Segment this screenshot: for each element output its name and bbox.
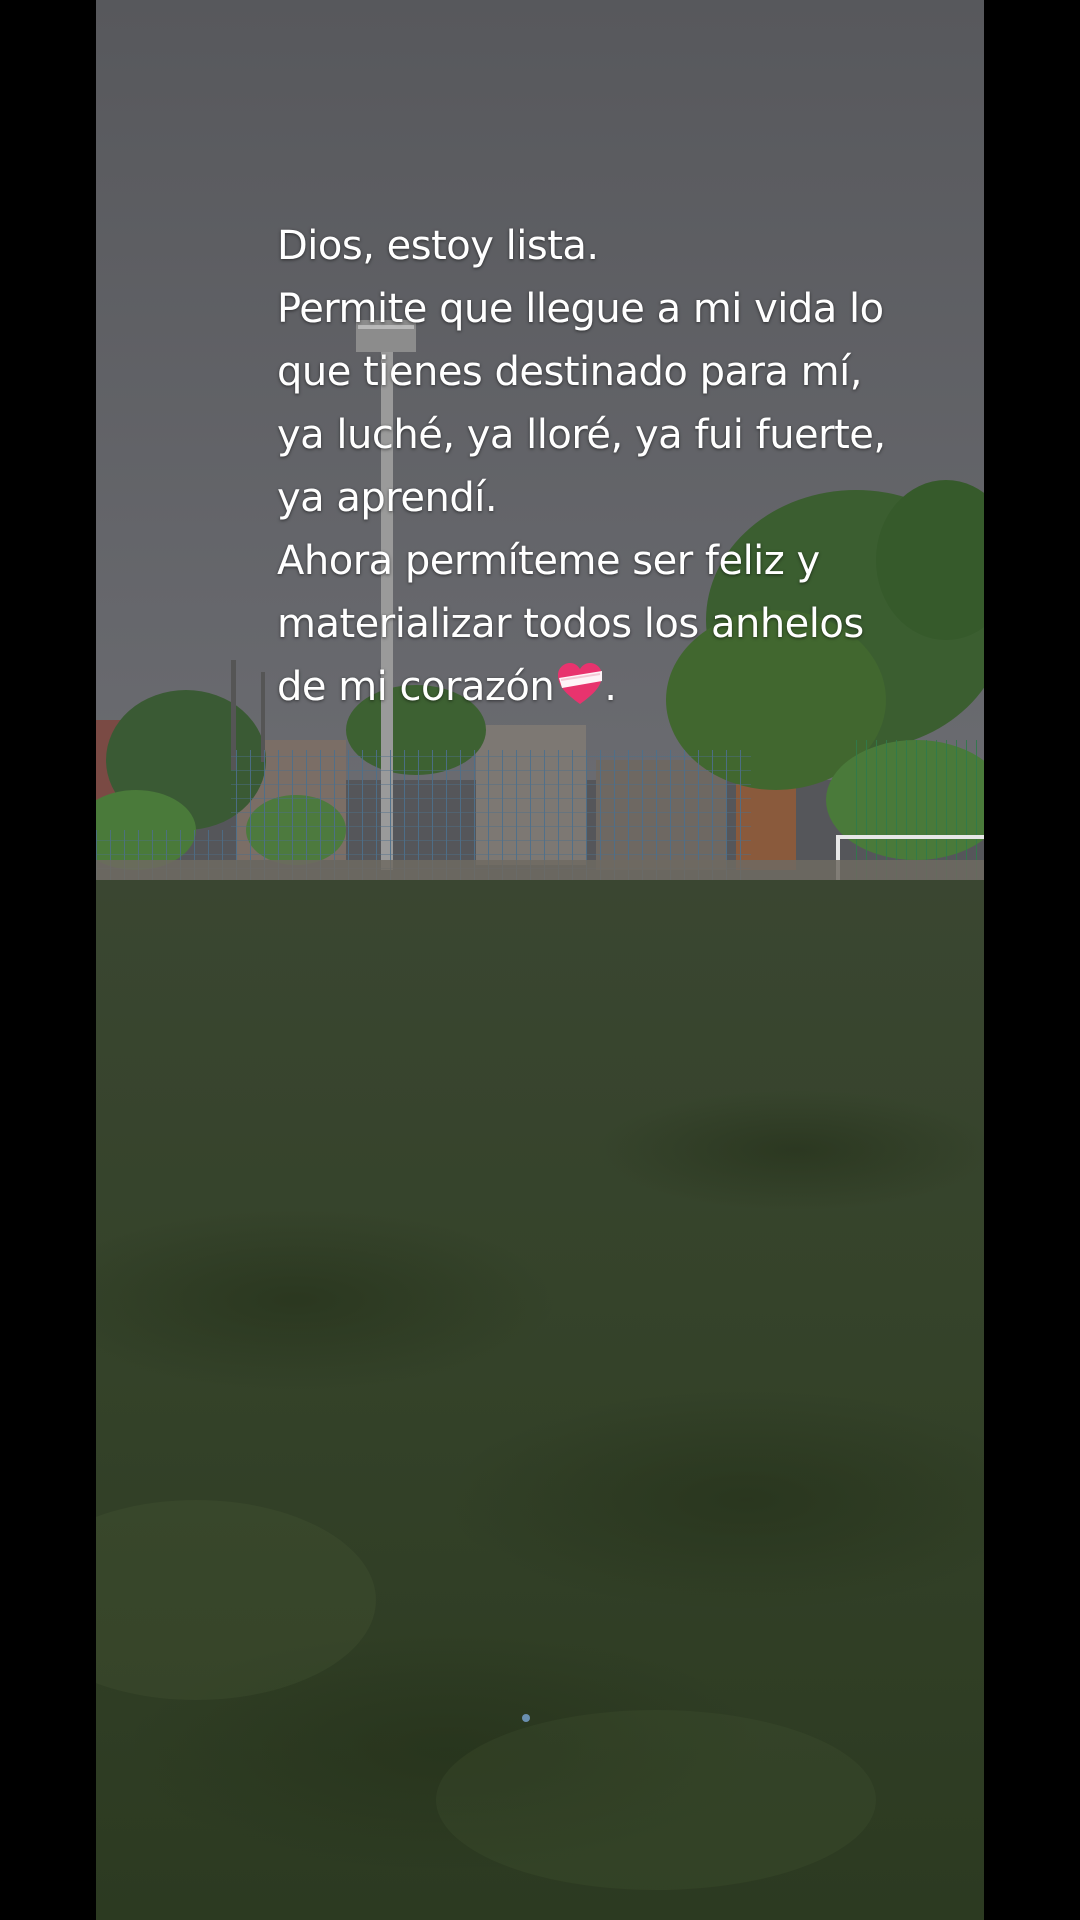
caption-line-8: de mi corazón .	[277, 656, 917, 725]
caption-line-7: materializar todos los anhelos	[277, 601, 864, 647]
caption-line-3: que tienes destinado para mí,	[277, 349, 862, 395]
caption-line-6: Ahora permíteme ser feliz y	[277, 538, 820, 584]
caption-line-4: ya luché, ya lloré, ya fui fuerte,	[277, 412, 886, 458]
caption-text: Dios, estoy lista. Permite que llegue a …	[277, 215, 917, 725]
caption-line-8-text: de mi corazón	[277, 664, 555, 710]
screen: Dios, estoy lista. Permite que llegue a …	[0, 0, 1080, 1920]
caption-line-2: Permite que llegue a mi vida lo	[277, 286, 884, 332]
caption-line-5: ya aprendí.	[277, 475, 498, 521]
bandaged-heart-icon	[556, 662, 604, 725]
caption-period: .	[604, 664, 617, 710]
caption-line-1: Dios, estoy lista.	[277, 223, 599, 269]
